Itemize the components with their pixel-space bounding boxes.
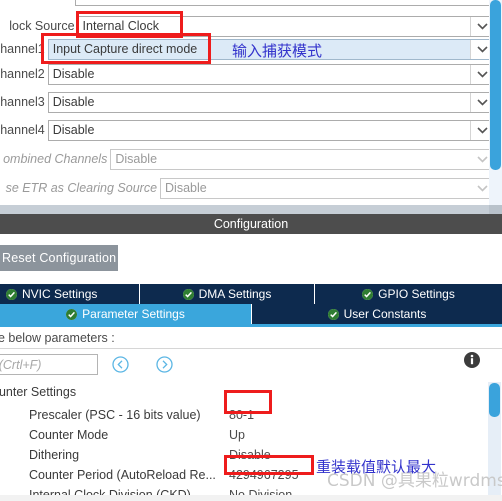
- check-circle-icon: [327, 308, 339, 320]
- search-input[interactable]: earch (Crtl+F): [0, 354, 98, 375]
- group-title-counter-settings: ounter Settings: [0, 385, 77, 399]
- combo-channel3-value: Disable: [52, 95, 95, 109]
- param-name-prescaler: Prescaler (PSC - 16 bits value): [29, 408, 201, 422]
- combo-clock-source[interactable]: Internal Clock: [77, 15, 494, 37]
- tab-nvic-settings[interactable]: NVIC Settings: [0, 284, 140, 304]
- combo-channel3[interactable]: Disable: [47, 91, 494, 113]
- param-value-dithering[interactable]: Disable: [229, 448, 271, 462]
- row-use-etr-clearing-source: se ETR as Clearing Source Disable: [0, 176, 494, 200]
- tab-gpio-settings[interactable]: GPIO Settings: [315, 284, 502, 304]
- configuration-header: Configuration: [0, 214, 502, 234]
- clock-source-panel: lock Source Internal Clock hannel1 Input…: [0, 0, 502, 205]
- row-combined-channels: ombined Channels Disable: [0, 147, 494, 171]
- label-clock-source: lock Source: [9, 19, 75, 33]
- tab-dma-settings-label: DMA Settings: [198, 287, 272, 301]
- combo-channel1-value: Input Capture direct mode: [52, 42, 198, 56]
- tab-row-secondary: Parameter Settings User Constants: [0, 304, 502, 324]
- combo-channel2-value: Disable: [52, 67, 95, 81]
- tab-parameter-settings-label: Parameter Settings: [82, 307, 185, 321]
- annotation-input-capture-mode: 输入捕获模式: [232, 42, 323, 60]
- configure-parameters-line: ure the below parameters :: [0, 327, 502, 349]
- label-channel4: hannel4: [0, 123, 45, 137]
- label-combined-channels: ombined Channels: [3, 152, 108, 166]
- reset-configuration-button[interactable]: Reset Configuration: [0, 245, 118, 271]
- bottom-strip: [0, 495, 502, 501]
- previous-match-button[interactable]: [110, 354, 130, 374]
- param-value-counter-period[interactable]: 4294967295: [229, 468, 299, 482]
- partial-combo-above[interactable]: [75, 0, 494, 6]
- configure-parameters-text: ure the below parameters :: [0, 330, 115, 345]
- reset-configuration-label: Reset Configuration: [2, 251, 117, 265]
- parameter-scrollbar-thumb[interactable]: [489, 383, 500, 417]
- param-name-counter-period: Counter Period (AutoReload Re...: [29, 468, 216, 482]
- annotation-reload-default-max: 重装载值默认最大: [316, 458, 437, 476]
- param-name-dithering: Dithering: [29, 448, 80, 462]
- check-circle-icon: [6, 288, 17, 300]
- panel-divider-corner: [489, 205, 502, 214]
- tab-user-constants-label: User Constants: [343, 307, 427, 321]
- param-value-counter-mode[interactable]: Up: [229, 428, 245, 442]
- row-channel2: hannel2 Disable: [0, 62, 494, 86]
- top-panel-scrollbar-thumb[interactable]: [490, 0, 501, 170]
- label-channel1: hannel1: [0, 42, 45, 56]
- tab-user-constants[interactable]: User Constants: [252, 304, 502, 324]
- tab-parameter-settings[interactable]: Parameter Settings: [0, 304, 252, 324]
- combo-channel4-value: Disable: [52, 123, 95, 137]
- combo-combined-channels-value: Disable: [115, 152, 158, 166]
- check-circle-icon: [182, 288, 194, 300]
- row-clock-source: lock Source Internal Clock: [0, 14, 494, 38]
- label-use-etr-clearing-source: se ETR as Clearing Source: [5, 181, 158, 195]
- configuration-header-title: Configuration: [213, 217, 289, 231]
- screenshot-root: lock Source Internal Clock hannel1 Input…: [0, 0, 502, 501]
- panel-divider: [0, 205, 502, 214]
- row-channel3: hannel3 Disable: [0, 90, 494, 114]
- next-match-button[interactable]: [154, 354, 174, 374]
- tab-dma-settings[interactable]: DMA Settings: [140, 284, 315, 304]
- param-value-prescaler[interactable]: 80-1: [229, 408, 254, 422]
- row-channel4: hannel4 Disable: [0, 118, 494, 142]
- combo-combined-channels[interactable]: Disable: [110, 148, 494, 170]
- table-row[interactable]: Prescaler (PSC - 16 bits value) 80-1: [0, 405, 488, 425]
- check-circle-icon: [362, 288, 374, 300]
- label-channel3: hannel3: [0, 95, 45, 109]
- combo-channel4[interactable]: Disable: [47, 119, 494, 141]
- search-input-placeholder: earch (Crtl+F): [0, 357, 42, 372]
- combo-use-etr-clearing-source-value: Disable: [165, 181, 207, 195]
- combo-clock-source-value: Internal Clock: [82, 19, 159, 33]
- combo-use-etr-clearing-source[interactable]: Disable: [160, 177, 494, 199]
- param-name-counter-mode: Counter Mode: [29, 428, 109, 442]
- tab-gpio-settings-label: GPIO Settings: [378, 287, 455, 301]
- table-row[interactable]: Counter Mode Up: [0, 425, 488, 445]
- info-icon[interactable]: [464, 352, 480, 368]
- label-channel2: hannel2: [0, 67, 45, 81]
- check-circle-icon: [66, 308, 78, 320]
- tab-row-primary: NVIC Settings DMA Settings GPIO Settings: [0, 284, 502, 304]
- combo-channel2[interactable]: Disable: [47, 63, 494, 85]
- tab-nvic-settings-label: NVIC Settings: [22, 287, 98, 301]
